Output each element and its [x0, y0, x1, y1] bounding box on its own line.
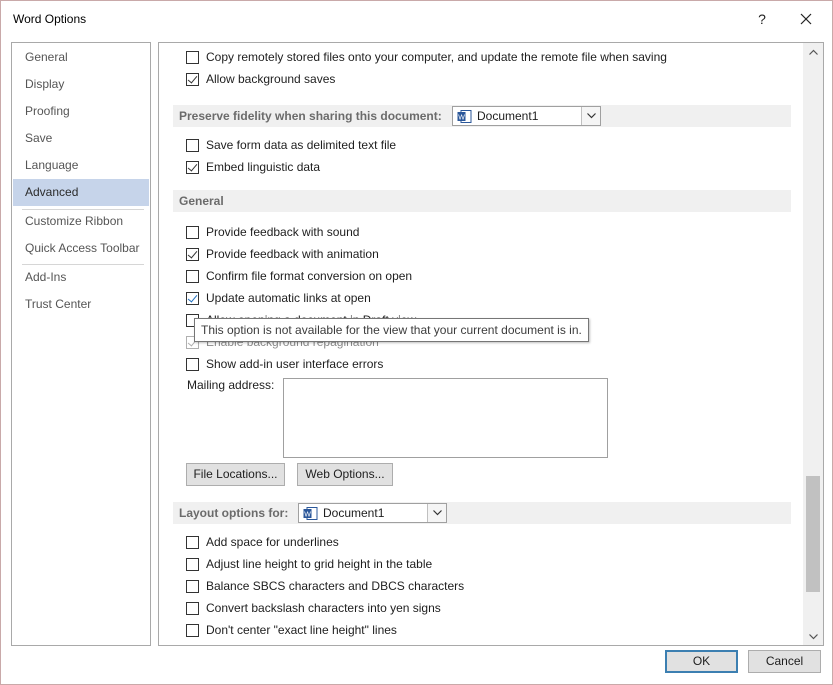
option-save-form-data[interactable]: Save form data as delimited text file	[186, 135, 396, 155]
file-locations-button[interactable]: File Locations...	[186, 463, 285, 486]
option-label: Embed linguistic data	[206, 160, 321, 174]
checkbox[interactable]	[186, 138, 199, 152]
section-title: General	[179, 194, 224, 208]
word-document-icon: W	[303, 506, 318, 520]
svg-text:W: W	[304, 511, 311, 518]
dropdown-value: Document1	[323, 506, 385, 520]
chevron-down-icon[interactable]	[427, 504, 446, 522]
checkbox[interactable]	[186, 579, 199, 593]
sidebar-item-add-ins[interactable]: Add-Ins	[13, 264, 149, 291]
category-sidebar: General Display Proofing Save Language A…	[11, 42, 151, 646]
layout-document-dropdown[interactable]: W Document1	[298, 503, 447, 523]
checkbox[interactable]	[186, 269, 199, 283]
mailing-address-label: Mailing address:	[187, 378, 275, 392]
option-label: Allow background saves	[206, 72, 336, 86]
vertical-scrollbar[interactable]	[803, 43, 823, 645]
chevron-down-icon[interactable]	[581, 107, 600, 125]
option-label: Don't center "exact line height" lines	[206, 623, 397, 637]
option-copy-remote-files[interactable]: Copy remotely stored files onto your com…	[186, 47, 667, 67]
option-update-automatic-links[interactable]: Update automatic links at open	[186, 288, 371, 308]
sidebar-item-display[interactable]: Display	[13, 71, 149, 98]
checkbox[interactable]	[186, 247, 199, 261]
section-title: Preserve fidelity when sharing this docu…	[179, 109, 442, 123]
checkbox[interactable]	[186, 50, 199, 64]
checkbox[interactable]	[186, 557, 199, 571]
option-label: Provide feedback with animation	[206, 247, 379, 261]
option-label: Provide feedback with sound	[206, 225, 360, 239]
option-label: Balance SBCS characters and DBCS charact…	[206, 579, 465, 593]
option-balance-sbcs-dbcs[interactable]: Balance SBCS characters and DBCS charact…	[186, 576, 464, 596]
fidelity-document-dropdown[interactable]: W Document1	[452, 106, 601, 126]
option-label: Save form data as delimited text file	[206, 138, 397, 152]
checkbox[interactable]	[186, 601, 199, 615]
scroll-down-icon[interactable]	[803, 628, 823, 645]
svg-text:W: W	[458, 114, 465, 121]
word-options-dialog: Word Options ? General Display Proofing …	[0, 0, 833, 685]
option-allow-background-saves[interactable]: Allow background saves	[186, 69, 335, 89]
checkbox[interactable]	[186, 225, 199, 239]
option-dont-center-exact-line-height[interactable]: Don't center "exact line height" lines	[186, 620, 397, 640]
option-label: Add space for underlines	[206, 535, 339, 549]
option-label: Update automatic links at open	[206, 291, 371, 305]
option-label: Show add-in user interface errors	[206, 357, 384, 371]
option-label: Copy remotely stored files onto your com…	[206, 50, 667, 64]
sidebar-item-customize-ribbon[interactable]: Customize Ribbon	[13, 208, 149, 235]
close-icon	[800, 13, 812, 25]
option-adjust-line-height[interactable]: Adjust line height to grid height in the…	[186, 554, 432, 574]
option-show-addin-errors[interactable]: Show add-in user interface errors	[186, 354, 383, 374]
sidebar-item-advanced[interactable]: Advanced	[13, 179, 149, 206]
option-label: Convert backslash characters into yen si…	[206, 601, 441, 615]
option-space-underlines[interactable]: Add space for underlines	[186, 532, 339, 552]
checkbox[interactable]	[186, 623, 199, 637]
checkbox[interactable]	[186, 291, 199, 305]
mailing-address-field[interactable]	[283, 378, 608, 458]
option-label: Adjust line height to grid height in the…	[206, 557, 433, 571]
option-feedback-animation[interactable]: Provide feedback with animation	[186, 244, 379, 264]
section-general: General	[173, 190, 791, 212]
word-document-icon: W	[457, 109, 472, 123]
sidebar-item-trust-center[interactable]: Trust Center	[13, 291, 149, 318]
ok-button[interactable]: OK	[665, 650, 738, 673]
checkbox[interactable]	[186, 535, 199, 549]
option-feedback-sound[interactable]: Provide feedback with sound	[186, 222, 359, 242]
advanced-options-panel: Copy remotely stored files onto your com…	[158, 42, 824, 646]
dialog-title: Word Options	[13, 12, 87, 26]
section-title: Layout options for:	[179, 506, 289, 520]
sidebar-item-language[interactable]: Language	[13, 152, 149, 179]
help-button[interactable]: ?	[747, 6, 777, 32]
close-button[interactable]	[791, 6, 821, 32]
sidebar-item-general[interactable]: General	[13, 44, 149, 71]
option-embed-linguistic-data[interactable]: Embed linguistic data	[186, 157, 320, 177]
section-layout-options: Layout options for:	[173, 502, 791, 524]
scroll-up-icon[interactable]	[803, 43, 823, 60]
option-convert-backslash[interactable]: Convert backslash characters into yen si…	[186, 598, 441, 618]
web-options-button[interactable]: Web Options...	[297, 463, 393, 486]
sidebar-item-quick-access-toolbar[interactable]: Quick Access Toolbar	[13, 235, 149, 262]
tooltip: This option is not available for the vie…	[194, 318, 589, 342]
sidebar-item-proofing[interactable]: Proofing	[13, 98, 149, 125]
option-confirm-file-conversion[interactable]: Confirm file format conversion on open	[186, 266, 412, 286]
sidebar-item-save[interactable]: Save	[13, 125, 149, 152]
dropdown-value: Document1	[477, 109, 539, 123]
option-label: Confirm file format conversion on open	[206, 269, 413, 283]
checkbox[interactable]	[186, 72, 199, 86]
checkbox[interactable]	[186, 160, 199, 174]
cancel-button[interactable]: Cancel	[748, 650, 821, 673]
checkbox[interactable]	[186, 357, 199, 371]
scrollbar-thumb[interactable]	[806, 476, 820, 592]
